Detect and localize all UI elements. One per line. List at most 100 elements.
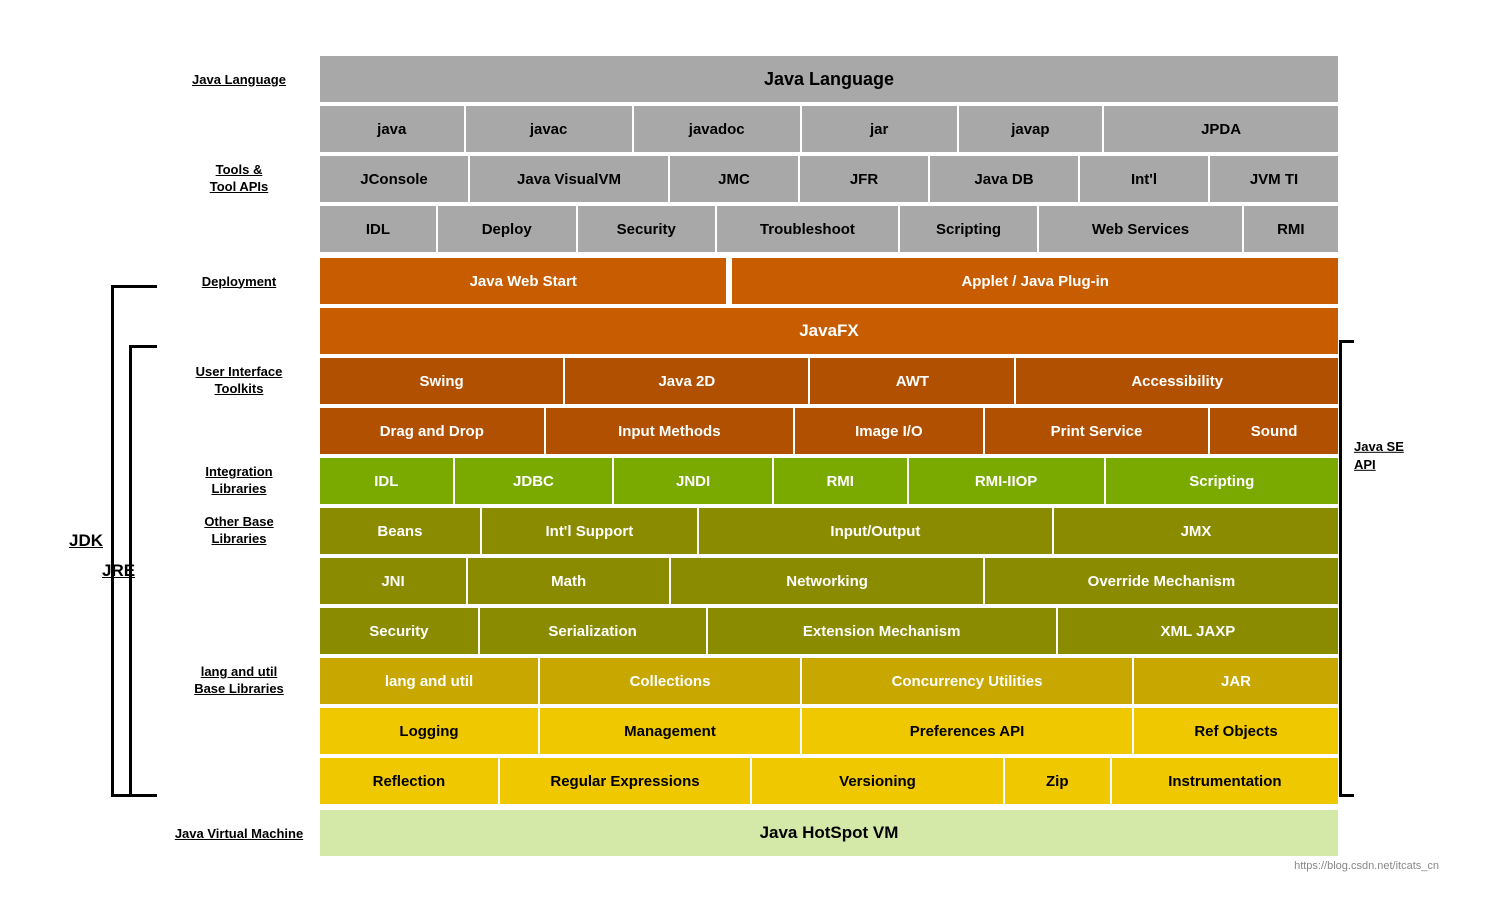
lang-row2: Logging Management Preferences API Ref O… bbox=[159, 707, 1339, 755]
deployment-content: Java Web Start Applet / Java Plug-in bbox=[319, 257, 1339, 305]
javafx-row: JavaFX bbox=[159, 307, 1339, 355]
tools-row3: IDL Deploy Security Troubleshoot Scripti… bbox=[159, 205, 1339, 253]
cell-xmljaxp: XML JAXP bbox=[1057, 607, 1339, 655]
deployment-row: Deployment Java Web Start Applet / Java … bbox=[159, 257, 1339, 305]
cell-javac: javac bbox=[465, 105, 633, 153]
cell-inputmethods: Input Methods bbox=[545, 407, 795, 455]
other-row2-content: JNI Math Networking Override Mechanism bbox=[319, 557, 1339, 605]
other-row3-label-empty bbox=[159, 607, 319, 655]
ui-toolkits-label-text: User InterfaceToolkits bbox=[196, 364, 283, 398]
jdk-label: JDK bbox=[69, 531, 103, 551]
other-label-text: Other BaseLibraries bbox=[204, 514, 273, 548]
cell-serialization: Serialization bbox=[479, 607, 707, 655]
cell-draganddrop: Drag and Drop bbox=[319, 407, 545, 455]
cell-javap: javap bbox=[958, 105, 1104, 153]
cell-beans: Beans bbox=[319, 507, 481, 555]
lang-row1: lang and utilBase Libraries lang and uti… bbox=[159, 657, 1339, 705]
cell-jmc: JMC bbox=[669, 155, 799, 203]
cell-intl: Int'l bbox=[1079, 155, 1209, 203]
ui-row2-content: Drag and Drop Input Methods Image I/O Pr… bbox=[319, 407, 1339, 455]
lang-row2-label-empty bbox=[159, 707, 319, 755]
cell-idl-int: IDL bbox=[319, 457, 454, 505]
tools-tool-apis-label: Tools &Tool APIs bbox=[159, 155, 319, 203]
cell-reflection: Reflection bbox=[319, 757, 499, 805]
cell-deploy: Deploy bbox=[437, 205, 577, 253]
cell-rmi-tools: RMI bbox=[1243, 205, 1339, 253]
integration-label: IntegrationLibraries bbox=[159, 457, 319, 505]
cell-management: Management bbox=[539, 707, 801, 755]
lang-row3-content: Reflection Regular Expressions Versionin… bbox=[319, 757, 1339, 805]
cell-scripting-tools: Scripting bbox=[899, 205, 1039, 253]
cell-jvmti: JVM TI bbox=[1209, 155, 1339, 203]
java-se-api-bracket-top bbox=[1342, 340, 1354, 343]
java-se-api-bracket-line bbox=[1339, 340, 1342, 797]
cell-override: Override Mechanism bbox=[984, 557, 1339, 605]
jdk-bracket-area: JDK JRE bbox=[109, 55, 159, 857]
tools-row3-label bbox=[159, 205, 319, 253]
cell-jndi: JNDI bbox=[613, 457, 773, 505]
cell-scripting-int: Scripting bbox=[1105, 457, 1339, 505]
java-language-label: Java Language bbox=[159, 55, 319, 103]
cell-math: Math bbox=[467, 557, 670, 605]
lang-row3-label-empty bbox=[159, 757, 319, 805]
cell-jar: jar bbox=[801, 105, 958, 153]
lang-row3: Reflection Regular Expressions Versionin… bbox=[159, 757, 1339, 805]
other-row2-label-empty bbox=[159, 557, 319, 605]
cell-visualvm: Java VisualVM bbox=[469, 155, 669, 203]
tools-row3-content: IDL Deploy Security Troubleshoot Scripti… bbox=[319, 205, 1339, 253]
watermark: https://blog.csdn.net/itcats_cn bbox=[1294, 860, 1439, 872]
java-se-api-label: Java SEAPI bbox=[1354, 438, 1404, 474]
deployment-label: Deployment bbox=[159, 257, 319, 305]
cell-javafx: JavaFX bbox=[319, 307, 1339, 355]
cell-jconsole: JConsole bbox=[319, 155, 469, 203]
cell-webservices: Web Services bbox=[1038, 205, 1242, 253]
cell-java: java bbox=[319, 105, 465, 153]
cell-jar: JAR bbox=[1133, 657, 1339, 705]
java-language-content: Java Language bbox=[319, 55, 1339, 103]
jvm-label: Java Virtual Machine bbox=[159, 809, 319, 857]
cell-applet: Applet / Java Plug-in bbox=[731, 257, 1339, 305]
tools-row1-content: java javac javadoc jar javap JPDA bbox=[319, 105, 1339, 153]
deployment-label-text: Deployment bbox=[202, 274, 276, 289]
cell-rmi-int: RMI bbox=[773, 457, 908, 505]
cell-logging: Logging bbox=[319, 707, 539, 755]
integration-content: IDL JDBC JNDI RMI RMI-IIOP Scripting bbox=[319, 457, 1339, 505]
java-se-api-area: Java SEAPI bbox=[1339, 55, 1429, 857]
lang-row1-content: lang and util Collections Concurrency Ut… bbox=[319, 657, 1339, 705]
cell-javadoc: javadoc bbox=[633, 105, 801, 153]
cell-langutil: lang and util bbox=[319, 657, 539, 705]
ui-row2-label-empty bbox=[159, 407, 319, 455]
java-language-label-text: Java Language bbox=[192, 72, 286, 87]
other-row3-content: Security Serialization Extension Mechani… bbox=[319, 607, 1339, 655]
other-row2: JNI Math Networking Override Mechanism bbox=[159, 557, 1339, 605]
cell-regex: Regular Expressions bbox=[499, 757, 752, 805]
cell-swing: Swing bbox=[319, 357, 564, 405]
cell-javadb: Java DB bbox=[929, 155, 1079, 203]
javafx-content: JavaFX bbox=[319, 307, 1339, 355]
cell-concurrency: Concurrency Utilities bbox=[801, 657, 1133, 705]
jre-bracket: JRE bbox=[129, 345, 157, 797]
integration-label-text: IntegrationLibraries bbox=[205, 464, 272, 498]
cell-awt: AWT bbox=[809, 357, 1015, 405]
tools-row1: java javac javadoc jar javap JPDA bbox=[159, 105, 1339, 153]
cell-intlsupport: Int'l Support bbox=[481, 507, 698, 555]
java-se-api-bracket-bottom bbox=[1342, 794, 1354, 797]
jvm-content: Java HotSpot VM bbox=[319, 809, 1339, 857]
cell-zip: Zip bbox=[1004, 757, 1111, 805]
ui-row1: User InterfaceToolkits Swing Java 2D AWT… bbox=[159, 357, 1339, 405]
other-row1: Other BaseLibraries Beans Int'l Support … bbox=[159, 507, 1339, 555]
tools-row2: Tools &Tool APIs JConsole Java VisualVM … bbox=[159, 155, 1339, 203]
jvm-label-text: Java Virtual Machine bbox=[175, 826, 303, 841]
cell-troubleshoot: Troubleshoot bbox=[716, 205, 899, 253]
integration-row: IntegrationLibraries IDL JDBC JNDI RMI R… bbox=[159, 457, 1339, 505]
cell-jvm: Java HotSpot VM bbox=[319, 809, 1339, 857]
ui-toolkits-label: User InterfaceToolkits bbox=[159, 357, 319, 405]
java-language-cell: Java Language bbox=[319, 55, 1339, 103]
cell-jfr: JFR bbox=[799, 155, 929, 203]
cell-accessibility: Accessibility bbox=[1015, 357, 1339, 405]
cell-java2d: Java 2D bbox=[564, 357, 809, 405]
cell-collections: Collections bbox=[539, 657, 801, 705]
cell-idl-tools: IDL bbox=[319, 205, 437, 253]
javafx-label-empty bbox=[159, 307, 319, 355]
other-row3: Security Serialization Extension Mechani… bbox=[159, 607, 1339, 655]
